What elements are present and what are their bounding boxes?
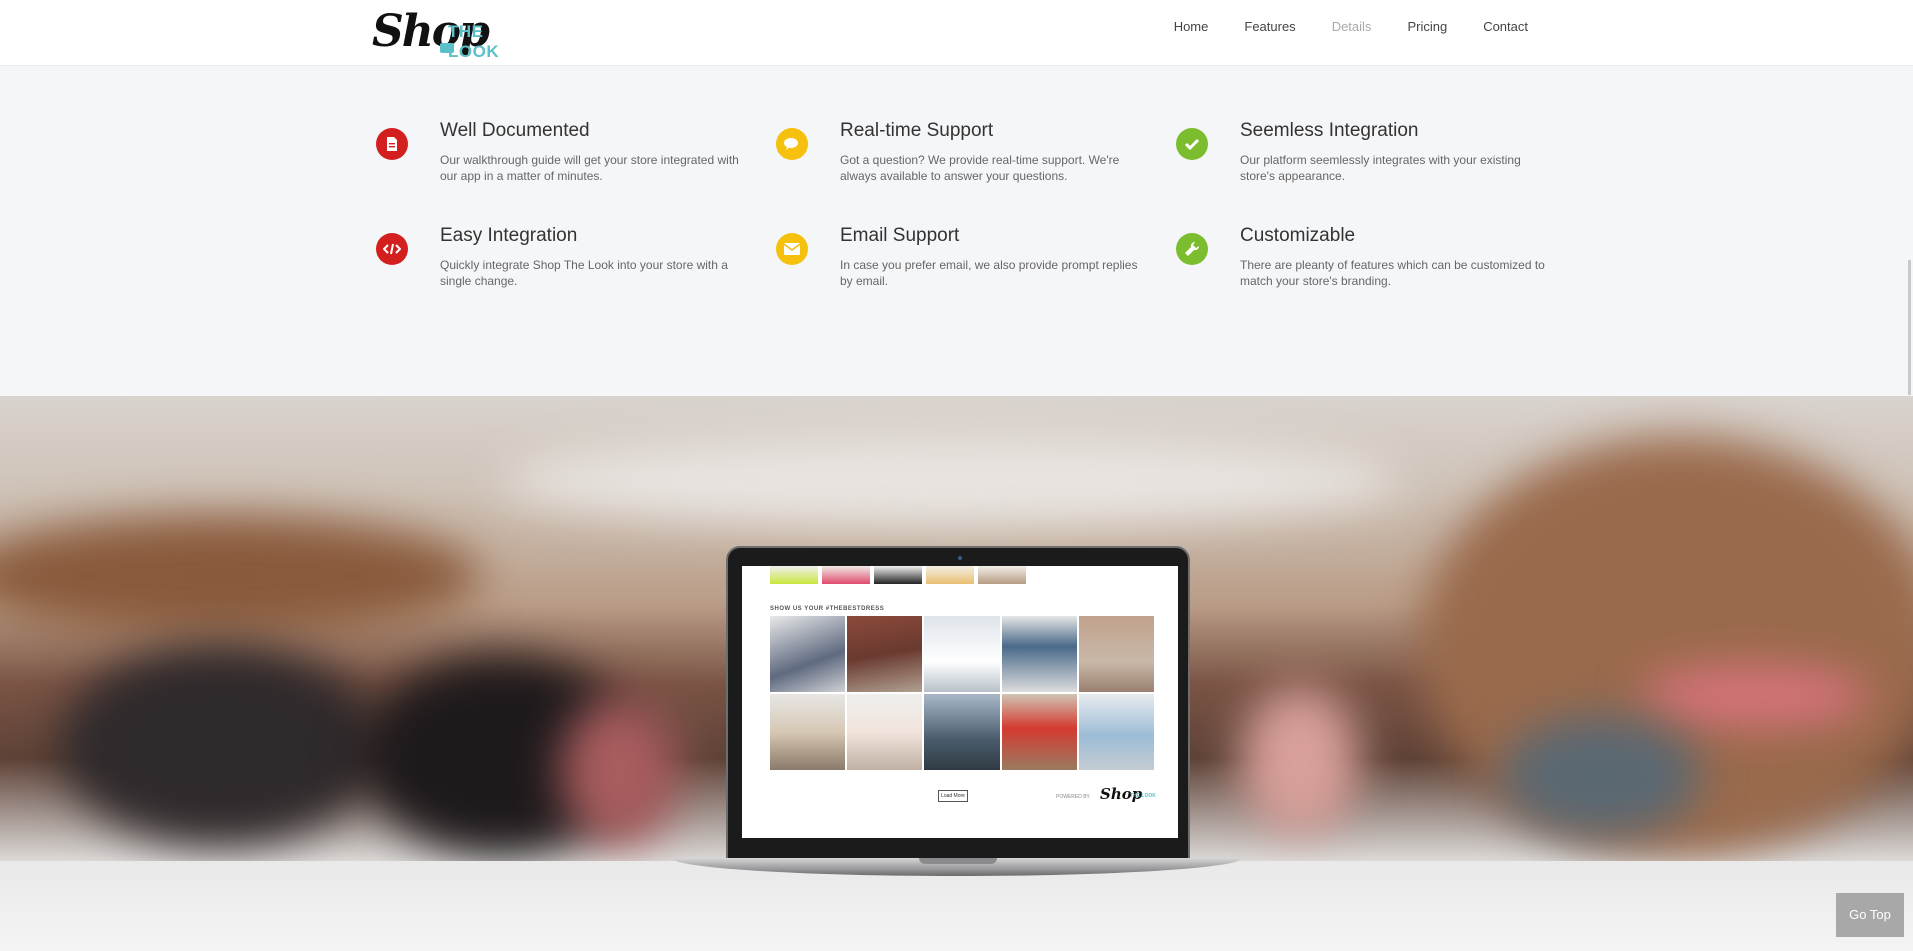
blur-item-flowers xyxy=(1240,686,1360,836)
scrollbar[interactable] xyxy=(1908,260,1911,395)
feature-seemless-integration: Seemless Integration Our platform seemle… xyxy=(1172,120,1521,208)
feature-desc: Quickly integrate Shop The Look into you… xyxy=(440,258,728,288)
feature-title: Well Documented xyxy=(440,120,590,141)
feature-well-documented: Well Documented Our walkthrough guide wi… xyxy=(372,120,739,208)
gallery-photo[interactable] xyxy=(924,694,1000,770)
nav-features[interactable]: Features xyxy=(1244,18,1295,36)
main-nav: Home Features Details Pricing Contact xyxy=(1138,18,1528,36)
blur-item-blue xyxy=(1500,716,1700,836)
screen-gallery-title: SHOW US YOUR #THEBESTDRESS xyxy=(770,606,885,612)
envelope-icon xyxy=(776,233,808,265)
nav-details[interactable]: Details xyxy=(1332,18,1372,36)
feature-title: Real-time Support xyxy=(840,120,994,141)
document-icon xyxy=(376,128,408,160)
check-icon xyxy=(1176,128,1208,160)
logo-the-look-text: THE LOOK xyxy=(448,22,500,61)
strip-photo xyxy=(926,566,974,584)
gallery-photo[interactable] xyxy=(770,616,846,692)
feature-realtime-support: Real-time Support Got a question? We pro… xyxy=(772,120,1119,208)
powered-by-label: POWERED BY xyxy=(1056,794,1090,800)
load-more-button[interactable]: Load More xyxy=(938,790,968,802)
blur-wall xyxy=(500,436,1400,526)
logo[interactable]: Shop THE LOOK xyxy=(372,6,532,61)
feature-title: Easy Integration xyxy=(440,225,578,246)
screen-top-strip xyxy=(742,566,1178,584)
feature-desc: Got a question? We provide real-time sup… xyxy=(840,153,1120,183)
feature-desc: Our walkthrough guide will get your stor… xyxy=(440,153,739,183)
laptop-notch xyxy=(919,858,997,864)
nav-pricing[interactable]: Pricing xyxy=(1407,18,1447,36)
gallery-photo[interactable] xyxy=(847,616,923,692)
feature-desc: Our platform seemlessly integrates with … xyxy=(1240,153,1521,183)
gallery-photo[interactable] xyxy=(1001,616,1077,692)
mini-logo-the-look: THE LOOK xyxy=(1130,793,1156,799)
go-top-button[interactable]: Go Top xyxy=(1836,893,1904,937)
wrench-icon xyxy=(1176,233,1208,265)
feature-desc: There are pleanty of features which can … xyxy=(1240,258,1545,288)
code-icon xyxy=(376,233,408,265)
nav-home[interactable]: Home xyxy=(1174,18,1209,36)
gallery-photo[interactable] xyxy=(1078,694,1154,770)
gallery-photo[interactable] xyxy=(1001,694,1077,770)
feature-customizable: Customizable There are pleanty of featur… xyxy=(1172,225,1545,313)
blur-shelf-left xyxy=(0,516,480,636)
feature-desc: In case you prefer email, we also provid… xyxy=(840,258,1138,288)
webcam-icon xyxy=(958,556,962,560)
camera-icon xyxy=(440,43,454,53)
feature-title: Seemless Integration xyxy=(1240,120,1419,141)
feature-title: Customizable xyxy=(1240,225,1356,246)
feature-email-support: Email Support In case you prefer email, … xyxy=(772,225,1137,313)
feature-title: Email Support xyxy=(840,225,960,246)
gallery-photo[interactable] xyxy=(1078,616,1154,692)
gallery-photo[interactable] xyxy=(924,616,1000,692)
photo-grid xyxy=(770,616,1154,770)
gallery-photo[interactable] xyxy=(770,694,846,770)
navbar: Shop THE LOOK Home Features Details Pric… xyxy=(0,0,1913,66)
strip-photo xyxy=(978,566,1026,584)
gallery-photo[interactable] xyxy=(847,694,923,770)
feature-easy-integration: Easy Integration Quickly integrate Shop … xyxy=(372,225,728,313)
features-section: Well Documented Our walkthrough guide wi… xyxy=(0,66,1913,396)
strip-photo xyxy=(822,566,870,584)
blur-item-red xyxy=(1640,666,1870,726)
nav-contact[interactable]: Contact xyxy=(1483,18,1528,36)
blur-clothes-left xyxy=(60,646,380,846)
blur-item-pink xyxy=(560,696,680,846)
strip-photo xyxy=(770,566,818,584)
laptop-screen: SHOW US YOUR #THEBESTDRESS Load More POW… xyxy=(742,566,1178,838)
laptop-mockup: SHOW US YOUR #THEBESTDRESS Load More POW… xyxy=(726,546,1190,864)
chat-icon xyxy=(776,128,808,160)
strip-photo xyxy=(874,566,922,584)
